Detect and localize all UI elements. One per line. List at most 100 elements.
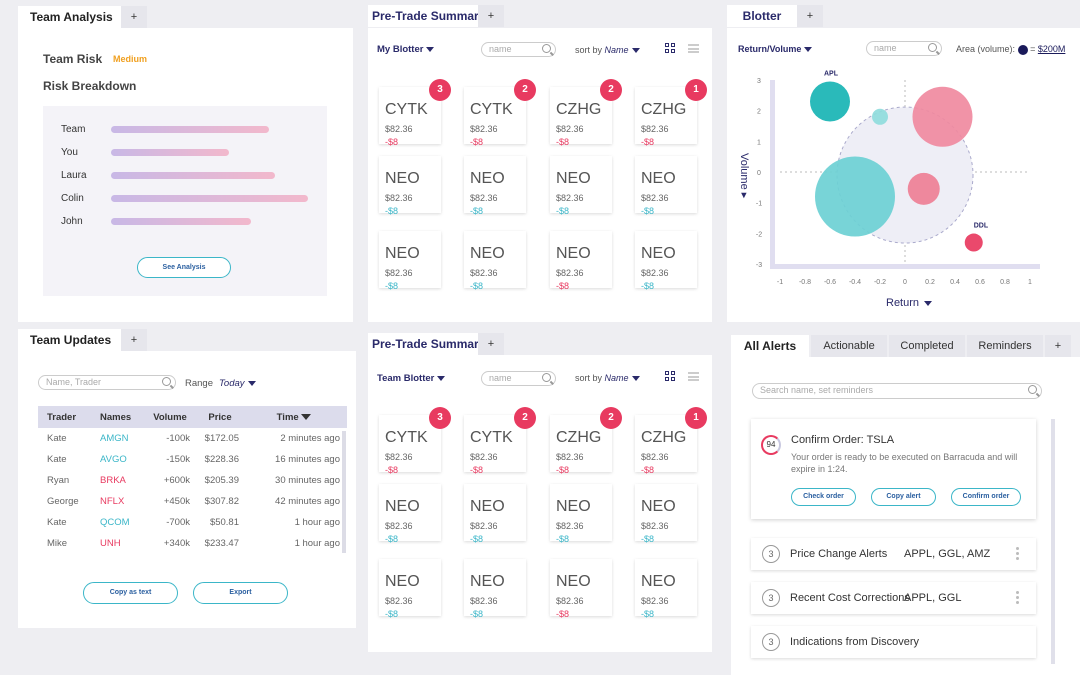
tab-completed[interactable]: Completed: [889, 335, 965, 357]
column-header[interactable]: Names: [96, 406, 142, 428]
alert-group-row[interactable]: 3 Price Change Alerts APPL, GGL, AMZ: [751, 538, 1036, 570]
confirm-order-card: 94 Confirm Order: TSLA Your order is rea…: [751, 419, 1036, 519]
card-change: -$8: [470, 609, 484, 619]
blotter-dropdown[interactable]: My Blotter: [377, 44, 435, 55]
team-updates-search-input[interactable]: Name, Trader: [38, 375, 176, 390]
ticker-cell[interactable]: QCOM: [96, 512, 142, 533]
tab-all-alerts[interactable]: All Alerts: [731, 335, 809, 357]
notification-badge[interactable]: 3: [429, 407, 451, 429]
column-header[interactable]: Price: [194, 406, 242, 428]
export-button[interactable]: Export: [193, 582, 288, 604]
team-updates-tabbar: Team Updates +: [18, 329, 147, 351]
notification-badge[interactable]: 1: [685, 407, 707, 429]
x-tick-label: 0: [903, 279, 907, 286]
alert-title: Price Change Alerts: [790, 548, 888, 560]
bubble-point: [815, 156, 895, 237]
name-search-input[interactable]: name: [481, 42, 556, 57]
check-order-button[interactable]: Check order: [791, 488, 856, 506]
trade-card[interactable]: NEO $82.36 -$8: [550, 484, 612, 544]
trade-card[interactable]: NEO $82.36 -$8: [550, 156, 612, 216]
card-price: $82.36: [556, 193, 584, 203]
trade-card[interactable]: NEO $82.36 -$8: [635, 559, 697, 619]
tab-reminders[interactable]: Reminders: [967, 335, 1043, 357]
add-tab-button[interactable]: +: [121, 6, 147, 28]
table-row[interactable]: Kate AVGO -150k $228.36 16 minutes ago: [38, 449, 342, 470]
table-row[interactable]: Mike UNH +340k $233.47 1 hour ago: [38, 533, 342, 554]
copy-as-text-button[interactable]: Copy as text: [83, 582, 178, 604]
list-view-icon[interactable]: [688, 44, 699, 53]
ticker-cell[interactable]: UNH: [96, 533, 142, 554]
list-view-icon[interactable]: [688, 372, 699, 381]
trade-card[interactable]: NEO $82.36 -$8: [550, 559, 612, 619]
add-tab-button[interactable]: +: [797, 5, 823, 27]
see-analysis-button[interactable]: See Analysis: [137, 257, 231, 278]
column-header[interactable]: Volume: [142, 406, 194, 428]
notification-badge[interactable]: 3: [429, 79, 451, 101]
trade-card[interactable]: NEO $82.36 -$8: [464, 231, 526, 291]
range-dropdown[interactable]: Today: [219, 378, 256, 389]
table-row[interactable]: Kate QCOM -700k $50.81 1 hour ago: [38, 512, 342, 533]
notification-badge[interactable]: 1: [685, 79, 707, 101]
name-search-input[interactable]: name: [481, 371, 556, 386]
add-tab-button[interactable]: +: [478, 5, 504, 27]
table-row[interactable]: Kate AMGN -100k $172.05 2 minutes ago: [38, 428, 342, 449]
alert-group-row[interactable]: 3 Indications from Discovery: [751, 626, 1036, 658]
add-tab-button[interactable]: +: [1045, 335, 1071, 357]
notification-badge[interactable]: 2: [600, 79, 622, 101]
notification-badge[interactable]: 2: [600, 407, 622, 429]
sort-dropdown[interactable]: sort by Name: [575, 45, 640, 55]
card-symbol: NEO: [641, 573, 676, 590]
pre-trade-summary-panel: My Blotter name sort by Name CYTK $82.36 -…: [368, 28, 712, 322]
add-tab-button[interactable]: +: [121, 329, 147, 351]
card-symbol: NEO: [470, 245, 505, 262]
table-row[interactable]: George NFLX +450k $307.82 42 minutes ago: [38, 491, 342, 512]
grid-view-icon[interactable]: [665, 43, 676, 53]
add-tab-button[interactable]: +: [478, 333, 504, 355]
trade-card[interactable]: NEO $82.36 -$8: [464, 484, 526, 544]
table-scrollbar[interactable]: [342, 431, 346, 553]
column-header[interactable]: Trader: [38, 406, 96, 428]
alerts-search-input[interactable]: Search name, set reminders: [752, 383, 1042, 399]
y-tick-label: 3: [757, 78, 761, 85]
tab-team-analysis[interactable]: Team Analysis: [18, 6, 121, 28]
notification-badge[interactable]: 2: [514, 407, 536, 429]
trade-card[interactable]: NEO $82.36 -$8: [635, 156, 697, 216]
trade-card[interactable]: NEO $82.36 -$8: [464, 559, 526, 619]
ticker-cell[interactable]: BRKA: [96, 470, 142, 491]
ticker-cell[interactable]: NFLX: [96, 491, 142, 512]
trade-card[interactable]: NEO $82.36 -$8: [379, 231, 441, 291]
alerts-scrollbar[interactable]: [1051, 419, 1055, 664]
tab-actionable[interactable]: Actionable: [811, 335, 887, 357]
notification-badge[interactable]: 2: [514, 79, 536, 101]
trade-card[interactable]: NEO $82.36 -$8: [635, 231, 697, 291]
column-header[interactable]: Time: [242, 406, 342, 428]
copy-alert-button[interactable]: Copy alert: [871, 488, 936, 506]
ticker-cell[interactable]: AMGN: [96, 428, 142, 449]
tab-pre-trade-summary[interactable]: Pre-Trade Summary: [368, 333, 485, 355]
sort-dropdown[interactable]: sort by Name: [575, 373, 640, 383]
alert-count-badge: 3: [762, 589, 780, 607]
risk-member-label: Colin: [61, 193, 84, 204]
tab-team-updates[interactable]: Team Updates: [18, 329, 121, 351]
bubble-point: [964, 233, 983, 252]
tab-blotter[interactable]: Blotter: [727, 5, 797, 27]
tab-pre-trade-summary[interactable]: Pre-Trade Summary: [368, 5, 485, 27]
trade-card[interactable]: NEO $82.36 -$8: [464, 156, 526, 216]
trade-card[interactable]: NEO $82.36 -$8: [550, 231, 612, 291]
more-options-icon[interactable]: [1016, 591, 1019, 605]
y-axis-label[interactable]: Volume ▸: [738, 153, 751, 213]
table-row[interactable]: Ryan BRKA +600k $205.39 30 minutes ago: [38, 470, 342, 491]
alert-group-row[interactable]: 3 Recent Cost Corrections APPL, GGL: [751, 582, 1036, 614]
trade-card[interactable]: NEO $82.36 -$8: [635, 484, 697, 544]
confirm-order-button[interactable]: Confirm order: [951, 488, 1021, 506]
card-symbol: NEO: [556, 170, 591, 187]
x-axis-label[interactable]: Return: [886, 297, 933, 309]
ticker-cell[interactable]: AVGO: [96, 449, 142, 470]
trade-card[interactable]: NEO $82.36 -$8: [379, 484, 441, 544]
blotter-dropdown[interactable]: Team Blotter: [377, 373, 446, 384]
team-risk-title: Team Risk: [43, 52, 103, 66]
trade-card[interactable]: NEO $82.36 -$8: [379, 559, 441, 619]
trade-card[interactable]: NEO $82.36 -$8: [379, 156, 441, 216]
grid-view-icon[interactable]: [665, 371, 676, 381]
more-options-icon[interactable]: [1016, 547, 1019, 561]
